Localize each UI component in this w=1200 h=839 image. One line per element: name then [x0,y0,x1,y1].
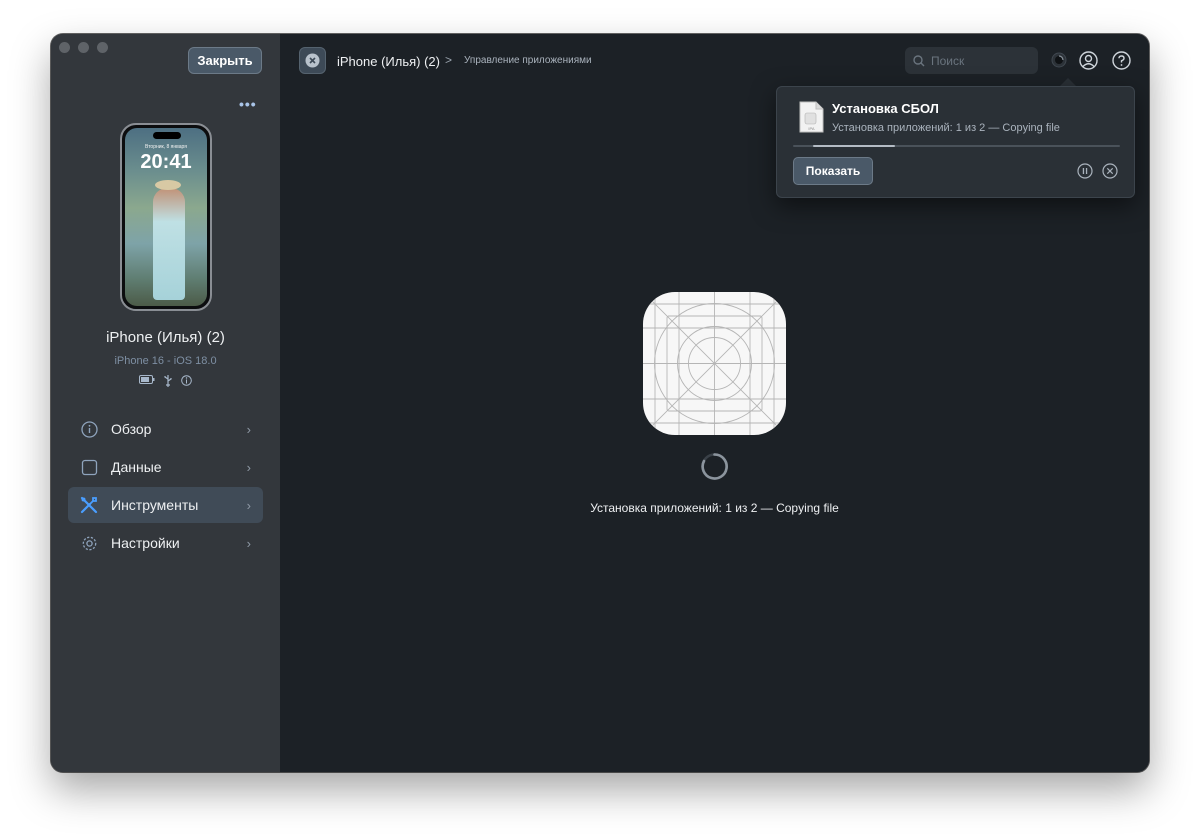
install-status-text: Установка приложений: 1 из 2 — Copying f… [590,501,839,515]
pause-icon[interactable] [1077,163,1093,184]
breadcrumb-separator: > [445,53,453,67]
ipa-file-icon: IPA [799,101,824,133]
wallpaper-hat [155,180,181,190]
window-close-dot[interactable] [59,42,70,53]
lockscreen-time: 20:41 [140,151,192,173]
lockscreen-date: Вторник, 8 января [145,144,187,150]
battery-icon [139,375,155,390]
dynamic-island [153,132,181,139]
close-circle-icon [305,53,320,68]
chevron-right-icon: › [246,459,251,475]
chevron-right-icon: › [246,535,251,551]
chevron-right-icon: › [246,497,251,513]
window-minimize-dot[interactable] [78,42,89,53]
app-placeholder-icon [643,292,786,435]
help-icon[interactable] [1112,51,1131,75]
breadcrumb-device[interactable]: iPhone (Илья) (2) [337,54,440,69]
close-button[interactable]: Закрыть [188,47,262,74]
sidebar-item-label: Инструменты [111,497,199,513]
sidebar-item-settings[interactable]: Настройки › [68,525,263,561]
phone-lockscreen: Вторник, 8 января 20:41 [125,128,207,306]
device-name: iPhone (Илья) (2) [106,329,225,346]
popover-title: Установка СБОЛ [832,101,939,116]
device-model: iPhone 16 - iOS 18.0 [114,355,217,367]
breadcrumb-page: Управление приложениями [464,55,592,66]
tools-icon [80,496,98,514]
sidebar-item-tools[interactable]: Инструменты › [68,487,263,523]
activity-indicator-icon[interactable] [1050,51,1068,74]
back-button[interactable] [299,47,326,74]
search-field[interactable] [905,47,1038,74]
show-button[interactable]: Показать [793,157,873,185]
usb-icon [163,375,173,390]
install-progress-fill [813,145,895,147]
more-options-button[interactable]: ••• [239,96,257,112]
device-preview: Вторник, 8 января 20:41 [120,123,212,311]
sidebar-item-overview[interactable]: Обзор › [68,411,263,447]
app-window: Закрыть ••• Вторник, 8 января 20:41 iPho… [51,34,1149,772]
search-icon [913,54,925,66]
sidebar-nav: Обзор › Данные › Инструменты › Настройки… [68,411,263,563]
search-input[interactable] [929,52,1033,69]
gear-icon [80,534,98,552]
svg-text:IPA: IPA [808,126,814,131]
sidebar-item-label: Настройки [111,535,180,551]
square-icon [80,458,98,476]
window-controls [59,42,108,53]
loading-spinner-icon [700,452,729,486]
wallpaper-figure [153,188,185,300]
window-zoom-dot[interactable] [97,42,108,53]
install-progress-bar [793,145,1120,147]
info-icon[interactable] [181,375,192,390]
sidebar-item-label: Обзор [111,421,152,437]
info-circle-icon [80,420,98,438]
main-content: iPhone (Илья) (2) > Управление приложени… [280,34,1149,772]
sidebar-item-data[interactable]: Данные › [68,449,263,485]
sidebar-item-label: Данные [111,459,162,475]
cancel-icon[interactable] [1102,163,1118,184]
chevron-right-icon: › [246,421,251,437]
device-status-icons [51,375,280,390]
popover-status: Установка приложений: 1 из 2 — Copying f… [832,122,1060,134]
account-icon[interactable] [1079,51,1098,75]
sidebar: Закрыть ••• Вторник, 8 января 20:41 iPho… [51,34,280,772]
install-progress-popover: IPA Установка СБОЛ Установка приложений:… [776,86,1135,198]
